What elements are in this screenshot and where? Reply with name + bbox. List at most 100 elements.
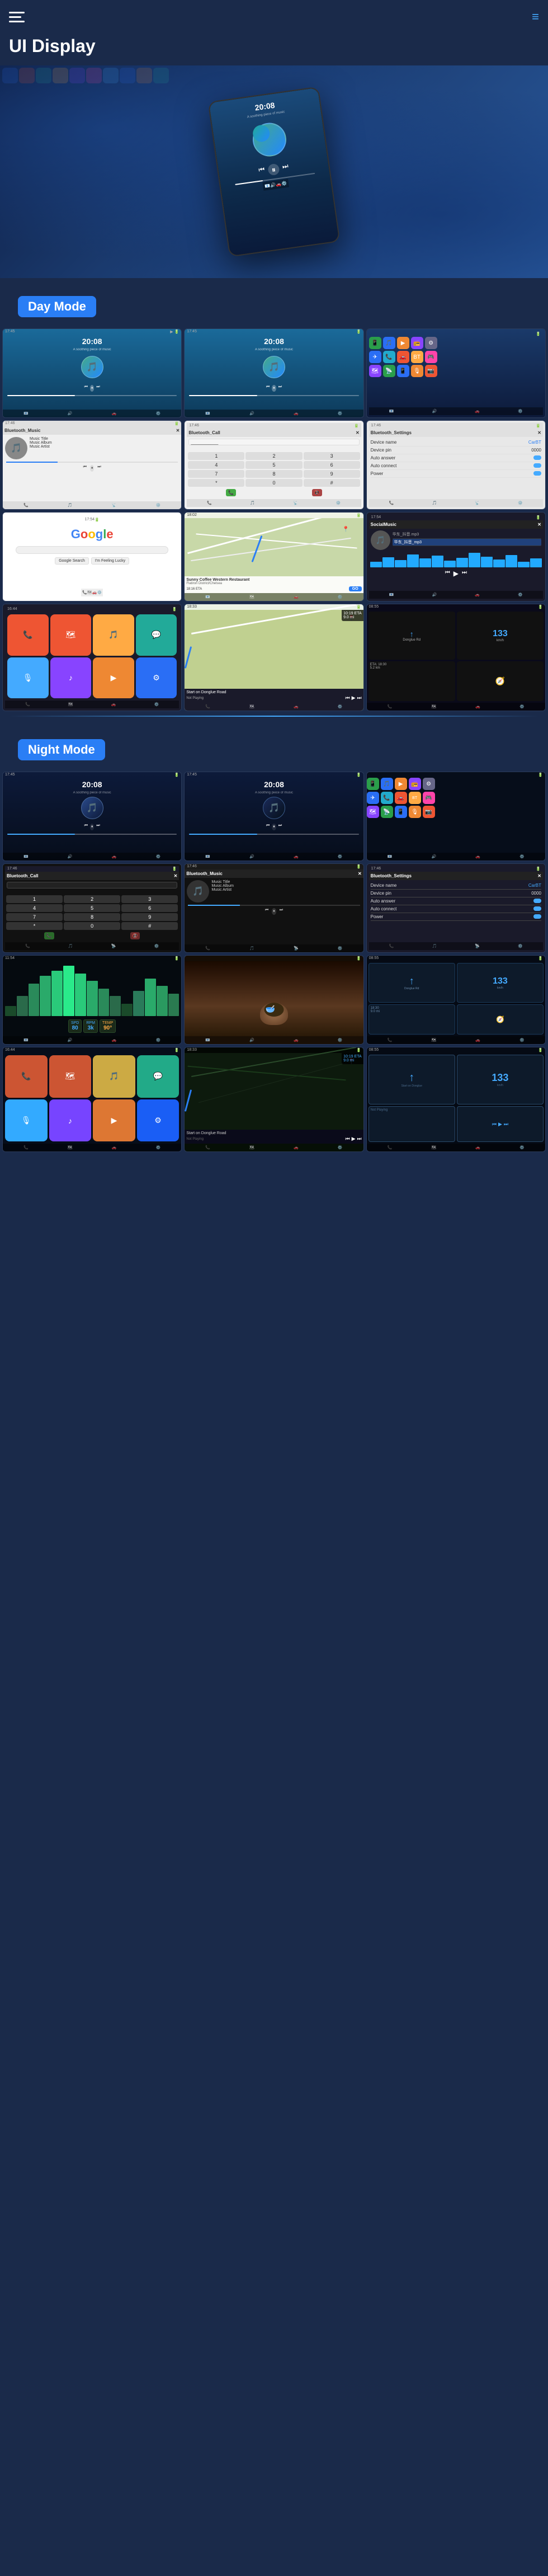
social-close[interactable]: ✕ [537,522,541,527]
night-cp-podcasts[interactable]: 🎙 [5,1099,48,1142]
auto-answer-toggle[interactable] [533,455,541,460]
night-app-15[interactable]: 📷 [423,806,435,818]
night-prev-1[interactable]: ⏮ [84,824,88,830]
night-bt-prev[interactable]: ⏮ [265,908,268,915]
social-play[interactable]: ▶ [453,570,459,577]
night-key-7[interactable]: 7 [6,913,63,921]
social-track-1[interactable]: 华东_抖音.mp3 [393,530,541,539]
night-key-0[interactable]: 0 [64,922,120,930]
night-app-2[interactable]: 🎵 [381,778,393,790]
night-app-9[interactable]: BT [409,792,421,804]
cp-settings[interactable]: ⚙ [136,657,177,699]
key-9[interactable]: 9 [304,470,360,478]
night-app-13[interactable]: 📱 [395,806,407,818]
play-icon-2[interactable]: ⏸ [272,385,276,392]
night-cp-music[interactable]: 🎵 [93,1055,135,1098]
key-7[interactable]: 7 [188,470,244,478]
bt-music-close[interactable]: ✕ [176,428,180,433]
night-call-close[interactable]: ✕ [174,873,178,878]
night-app-5[interactable]: ⚙ [423,778,435,790]
menu-icon[interactable] [9,7,29,27]
night-app-14[interactable]: 🎙 [409,806,421,818]
cp-phone[interactable]: 📞 [7,614,49,656]
nav-prev[interactable]: ⏮ [346,695,350,701]
key-star[interactable]: * [188,479,244,487]
key-hash[interactable]: # [304,479,360,487]
key-3[interactable]: 3 [304,452,360,460]
call-btn[interactable]: 📞 [226,489,236,496]
google-search-btn[interactable]: Google Search [55,557,89,565]
app-icon-8[interactable]: 🚗 [397,351,409,363]
app-icon-2[interactable]: 🎵 [383,337,395,349]
night-cp-phone[interactable]: 📞 [5,1055,48,1098]
night-power-toggle[interactable] [533,914,541,919]
key-5[interactable]: 5 [245,461,302,469]
power-toggle[interactable] [533,471,541,476]
social-prev[interactable]: ⏮ [445,570,450,577]
night-app-1[interactable]: 📱 [367,778,379,790]
night-key-6[interactable]: 6 [121,904,178,912]
cp-music[interactable]: 🎵 [93,614,134,656]
night-next-2[interactable]: ⏭ [278,824,282,830]
hangup-btn[interactable]: 📵 [312,489,322,496]
night-hangup-btn[interactable]: 📵 [130,932,140,939]
app-icon-4[interactable]: 📻 [411,337,423,349]
night-nav-play[interactable]: ▶ [352,1136,356,1142]
bt-play[interactable]: ⏸ [90,465,95,472]
prev-icon-1[interactable]: ⏮ [84,385,88,392]
night-app-11[interactable]: 🗺 [367,806,379,818]
night-key-1[interactable]: 1 [6,895,63,903]
google-search-bar[interactable] [16,546,168,554]
bt-prev[interactable]: ⏮ [83,465,87,472]
social-next[interactable]: ⏭ [462,570,467,577]
night-key-star[interactable]: * [6,922,63,930]
ng-play[interactable]: ▶ [498,1121,502,1127]
night-nav-prev[interactable]: ⏮ [346,1136,350,1142]
night-key-9[interactable]: 9 [121,913,178,921]
night-auto-connect-toggle[interactable] [533,906,541,911]
night-bt-play[interactable]: ⏸ [272,908,276,915]
night-app-4[interactable]: 📻 [409,778,421,790]
ng-prev[interactable]: ⏮ [492,1121,497,1127]
app-icon-1[interactable]: 📱 [369,337,381,349]
night-cp-spotify[interactable]: ♪ [49,1099,92,1142]
play-icon-1[interactable]: ⏸ [90,385,95,392]
nav-next[interactable]: ⏭ [357,695,362,701]
app-icon-12[interactable]: 📡 [383,365,395,377]
key-1[interactable]: 1 [188,452,244,460]
night-key-hash[interactable]: # [121,922,178,930]
app-icon-5[interactable]: ⚙ [425,337,437,349]
app-icon-14[interactable]: 🎙 [411,365,423,377]
key-0[interactable]: 0 [245,479,302,487]
cp-podcasts[interactable]: 🎙 [7,657,49,699]
night-key-4[interactable]: 4 [6,904,63,912]
key-8[interactable]: 8 [245,470,302,478]
play-btn[interactable]: ⏸ [267,163,280,176]
nav-play[interactable]: ▶ [352,695,356,701]
night-cp-messages[interactable]: 💬 [137,1055,179,1098]
app-icon-10[interactable]: 🎮 [425,351,437,363]
app-icon-13[interactable]: 📱 [397,365,409,377]
app-icon-9[interactable]: BT [411,351,423,363]
next-btn[interactable]: ⏭ [282,162,289,173]
key-2[interactable]: 2 [245,452,302,460]
night-cp-more[interactable]: ▶ [93,1099,135,1142]
social-track-2[interactable]: 华东_抖音_mp3 [393,539,541,546]
night-cp-settings[interactable]: ⚙ [137,1099,179,1142]
night-prev-2[interactable]: ⏮ [266,824,270,830]
night-play-1[interactable]: ⏸ [90,824,95,830]
next-icon-2[interactable]: ⏭ [278,385,282,392]
night-next-1[interactable]: ⏭ [96,824,100,830]
night-app-8[interactable]: 🚗 [395,792,407,804]
cp-more[interactable]: ▶ [93,657,134,699]
night-auto-answer-toggle[interactable] [533,899,541,903]
key-4[interactable]: 4 [188,461,244,469]
prev-icon-2[interactable]: ⏮ [266,385,270,392]
bt-call-close[interactable]: ✕ [356,430,360,435]
night-app-10[interactable]: 🎮 [423,792,435,804]
night-app-3[interactable]: ▶ [395,778,407,790]
bt-next[interactable]: ⏭ [97,465,101,472]
night-call-btn[interactable]: 📞 [44,932,54,939]
night-cp-maps[interactable]: 🗺 [49,1055,92,1098]
night-bt-next[interactable]: ⏭ [280,908,283,915]
